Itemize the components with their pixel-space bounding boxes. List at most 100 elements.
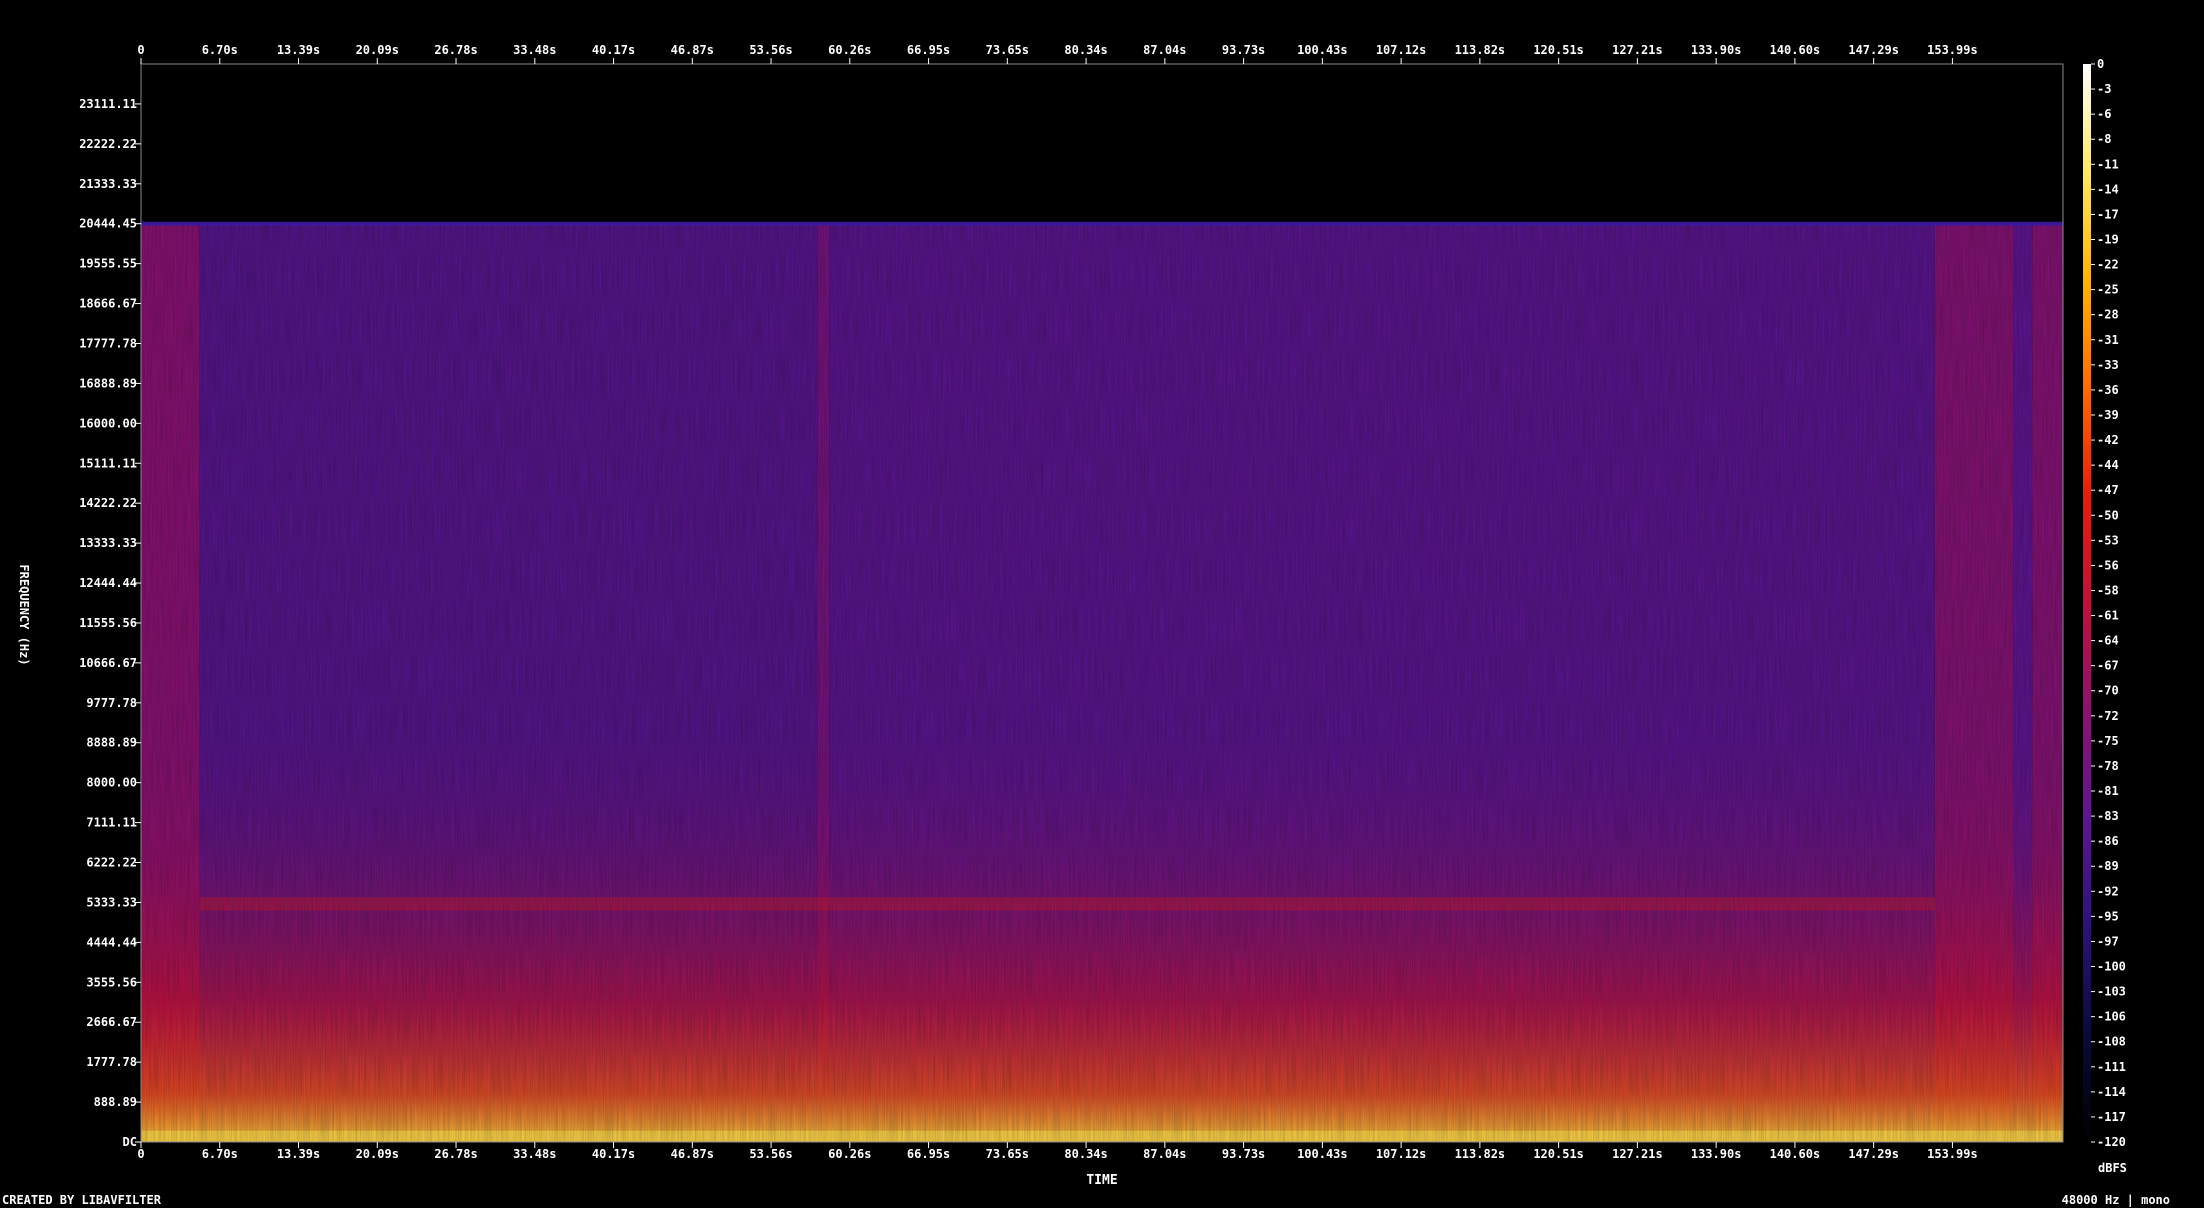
colorbar-tick-label: -61 [2097,609,2119,623]
x-tick-label-bottom: 80.34s [1064,1147,1107,1161]
colorbar-tick-label: -6 [2097,107,2111,121]
y-tick-label: 7111.11 [86,816,137,830]
y-tick-label: 888.89 [94,1095,137,1109]
cutoff-edge [141,221,2063,226]
colorbar-tick-label: -11 [2097,157,2119,171]
x-tick-label-bottom: 60.26s [828,1147,871,1161]
y-tick-label: 9777.78 [86,696,137,710]
colorbar-tick-label: -42 [2097,433,2119,447]
x-tick-label-bottom: 26.78s [434,1147,477,1161]
colorbar-tick-label: -117 [2097,1110,2126,1124]
x-tick-label-top: 153.99s [1927,43,1978,57]
colorbar-tick-label: -47 [2097,483,2119,497]
colorbar-tick-label: -44 [2097,458,2119,472]
colorbar-tick-label: -58 [2097,583,2119,597]
colorbar-tick-label: -14 [2097,182,2119,196]
y-tick-label: 5333.33 [86,895,137,909]
x-tick-label-bottom: 13.39s [277,1147,320,1161]
colorbar-tick-label: -81 [2097,784,2119,798]
colorbar-tick-label: -103 [2097,985,2126,999]
colorbar-tick-label: -70 [2097,684,2119,698]
colorbar-tick-label: -53 [2097,533,2119,547]
colorbar-tick-label: -72 [2097,709,2119,723]
colorbar-tick-label: -83 [2097,809,2119,823]
x-tick-label-top: 40.17s [592,43,635,57]
x-tick-label-top: 73.65s [986,43,1029,57]
colorbar-tick-label: -56 [2097,558,2119,572]
colorbar-tick-label: -33 [2097,358,2119,372]
y-tick-label: 15111.11 [79,456,137,470]
x-tick-label-bottom: 100.43s [1297,1147,1348,1161]
colorbar-tick-label: -64 [2097,634,2119,648]
x-tick-label-bottom: 147.29s [1848,1147,1899,1161]
y-tick-label: DC [123,1135,137,1149]
x-tick-label-top: 140.60s [1770,43,1821,57]
frequency-axis: DC 888.89 1777.78 2666.67 3555.56 4444.44 5333… [79,97,141,1149]
x-tick-label-bottom: 107.12s [1376,1147,1427,1161]
x-tick-label-bottom: 66.95s [907,1147,950,1161]
x-tick-label-bottom: 93.73s [1222,1147,1265,1161]
x-tick-label-top: 0 [137,43,144,57]
y-tick-label: 8000.00 [86,776,137,790]
colorbar-tick-label: -111 [2097,1060,2126,1074]
y-tick-label: 20444.45 [79,217,137,231]
y-tick-label: 12444.44 [79,576,137,590]
x-tick-label-bottom: 127.21s [1612,1147,1663,1161]
x-tick-label-top: 6.70s [202,43,238,57]
y-tick-label: 10666.67 [79,656,137,670]
colorbar-tick-label: -95 [2097,909,2119,923]
colorbar-tick-label: -106 [2097,1010,2126,1024]
y-axis-label: FREQUENCY (Hz) [17,564,31,665]
x-tick-label-top: 113.82s [1455,43,1506,57]
x-tick-label-top: 87.04s [1143,43,1186,57]
y-tick-label: 19555.55 [79,257,137,271]
x-tick-label-top: 60.26s [828,43,871,57]
colorbar-tick-label: -22 [2097,258,2119,272]
colorbar-tick-label: -17 [2097,207,2119,221]
colorbar-label: dBFS [2098,1161,2127,1175]
colorbar-tick-label: -75 [2097,734,2119,748]
x-tick-label-bottom: 87.04s [1143,1147,1186,1161]
colorbar-tick-label: -39 [2097,408,2119,422]
y-tick-label: 14222.22 [79,496,137,510]
y-tick-label: 21333.33 [79,177,137,191]
x-tick-label-top: 53.56s [749,43,792,57]
x-tick-label-top: 147.29s [1848,43,1899,57]
colorbar-tick-label: -8 [2097,132,2111,146]
spectrogram-chart: 0 0 6.70s 6.70s 13.39s 13.39s 20.09s 20.09s 26.7… [2,43,2170,1207]
x-tick-label-top: 133.90s [1691,43,1742,57]
x-tick-label-bottom: 40.17s [592,1147,635,1161]
colorbar-scale [2083,64,2091,1142]
y-tick-label: 11555.56 [79,616,137,630]
colorbar-tick-label: -36 [2097,383,2119,397]
colorbar-tick-label: -3 [2097,82,2111,96]
y-tick-label: 6222.22 [86,856,137,870]
colorbar-tick-label: -114 [2097,1085,2126,1099]
y-tick-label: 13333.33 [79,536,137,550]
colorbar-tick-label: -25 [2097,283,2119,297]
x-tick-label-top: 100.43s [1297,43,1348,57]
x-tick-label-bottom: 6.70s [202,1147,238,1161]
x-tick-label-bottom: 133.90s [1691,1147,1742,1161]
colorbar-tick-label: -100 [2097,960,2126,974]
x-tick-label-top: 93.73s [1222,43,1265,57]
y-tick-label: 23111.11 [79,97,137,111]
x-tick-label-top: 33.48s [513,43,556,57]
colorbar: 0 -3 -6 -8 -11 -14 -17 -19 -22 -25 -28 -31 -33 -36 -39… [2083,57,2126,1149]
colorbar-tick-label: -31 [2097,333,2119,347]
colorbar-tick-label: -67 [2097,659,2119,673]
x-tick-label-bottom: 153.99s [1927,1147,1978,1161]
x-tick-label-top: 26.78s [434,43,477,57]
spectrum-texture [141,223,2063,1142]
x-axis-label: TIME [1086,1173,1117,1188]
colorbar-tick-label: -19 [2097,232,2119,246]
footer-format: 48000 Hz | mono [2062,1193,2170,1207]
colorbar-tick-label: -120 [2097,1135,2126,1149]
y-tick-label: 16000.00 [79,416,137,430]
colorbar-tick-label: -50 [2097,508,2119,522]
x-tick-label-top: 20.09s [356,43,399,57]
y-tick-label: 8888.89 [86,736,137,750]
y-tick-label: 18666.67 [79,297,137,311]
x-tick-label-top: 80.34s [1064,43,1107,57]
colorbar-tick-label: -108 [2097,1035,2126,1049]
